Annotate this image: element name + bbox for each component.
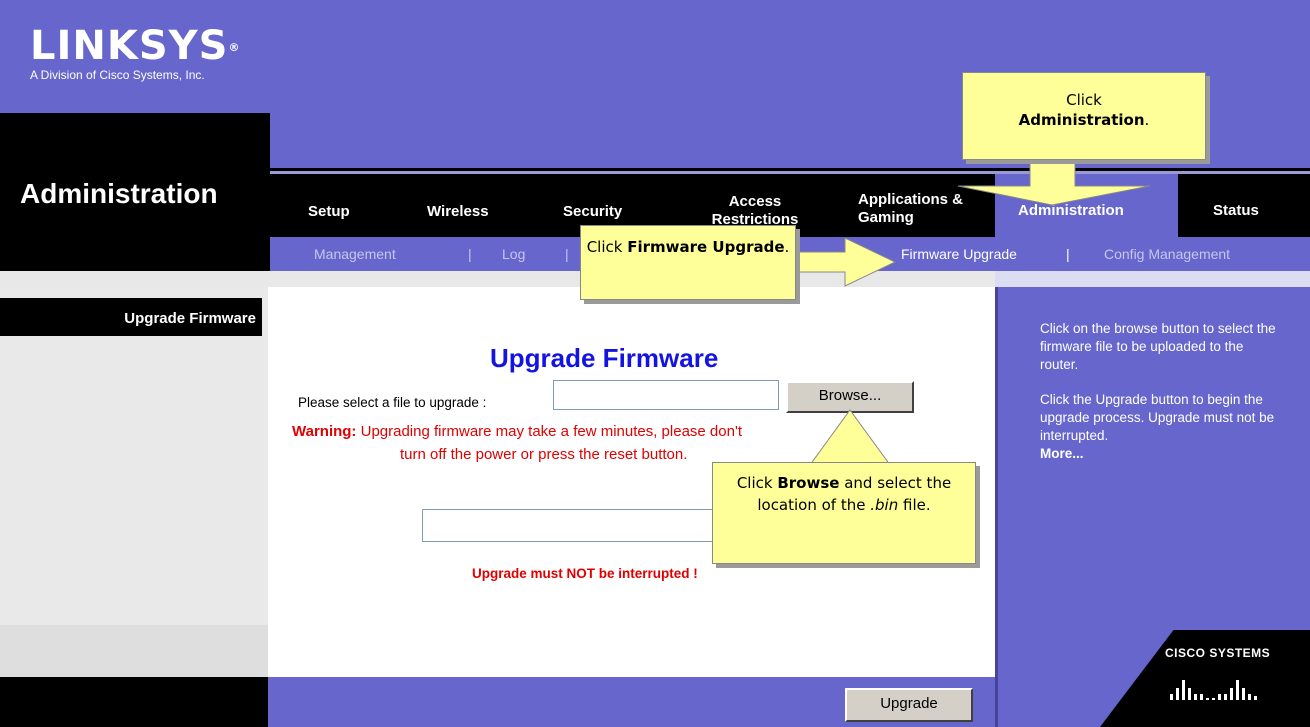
callout-arrow-firmware [789,237,897,287]
callout-text: . [1144,111,1150,129]
callout-browse: Click Browse and select the location of … [712,462,976,564]
callout-text: Click [736,474,773,492]
callout-bold: Firmware Upgrade [627,238,785,256]
callout-arrow-browse [809,409,891,466]
callout-text: Click [1066,91,1102,109]
callout-text: Click [586,238,623,256]
callout-text: . [784,238,790,256]
callout-firmware-upgrade: Click Firmware Upgrade. [580,225,796,300]
callout-text: file. [903,496,931,514]
callout-administration: Click Administration. [962,72,1206,160]
callout-bold: Browse [777,474,840,492]
callout-bold: Administration [1018,111,1145,129]
callout-italic: .bin [870,496,899,514]
